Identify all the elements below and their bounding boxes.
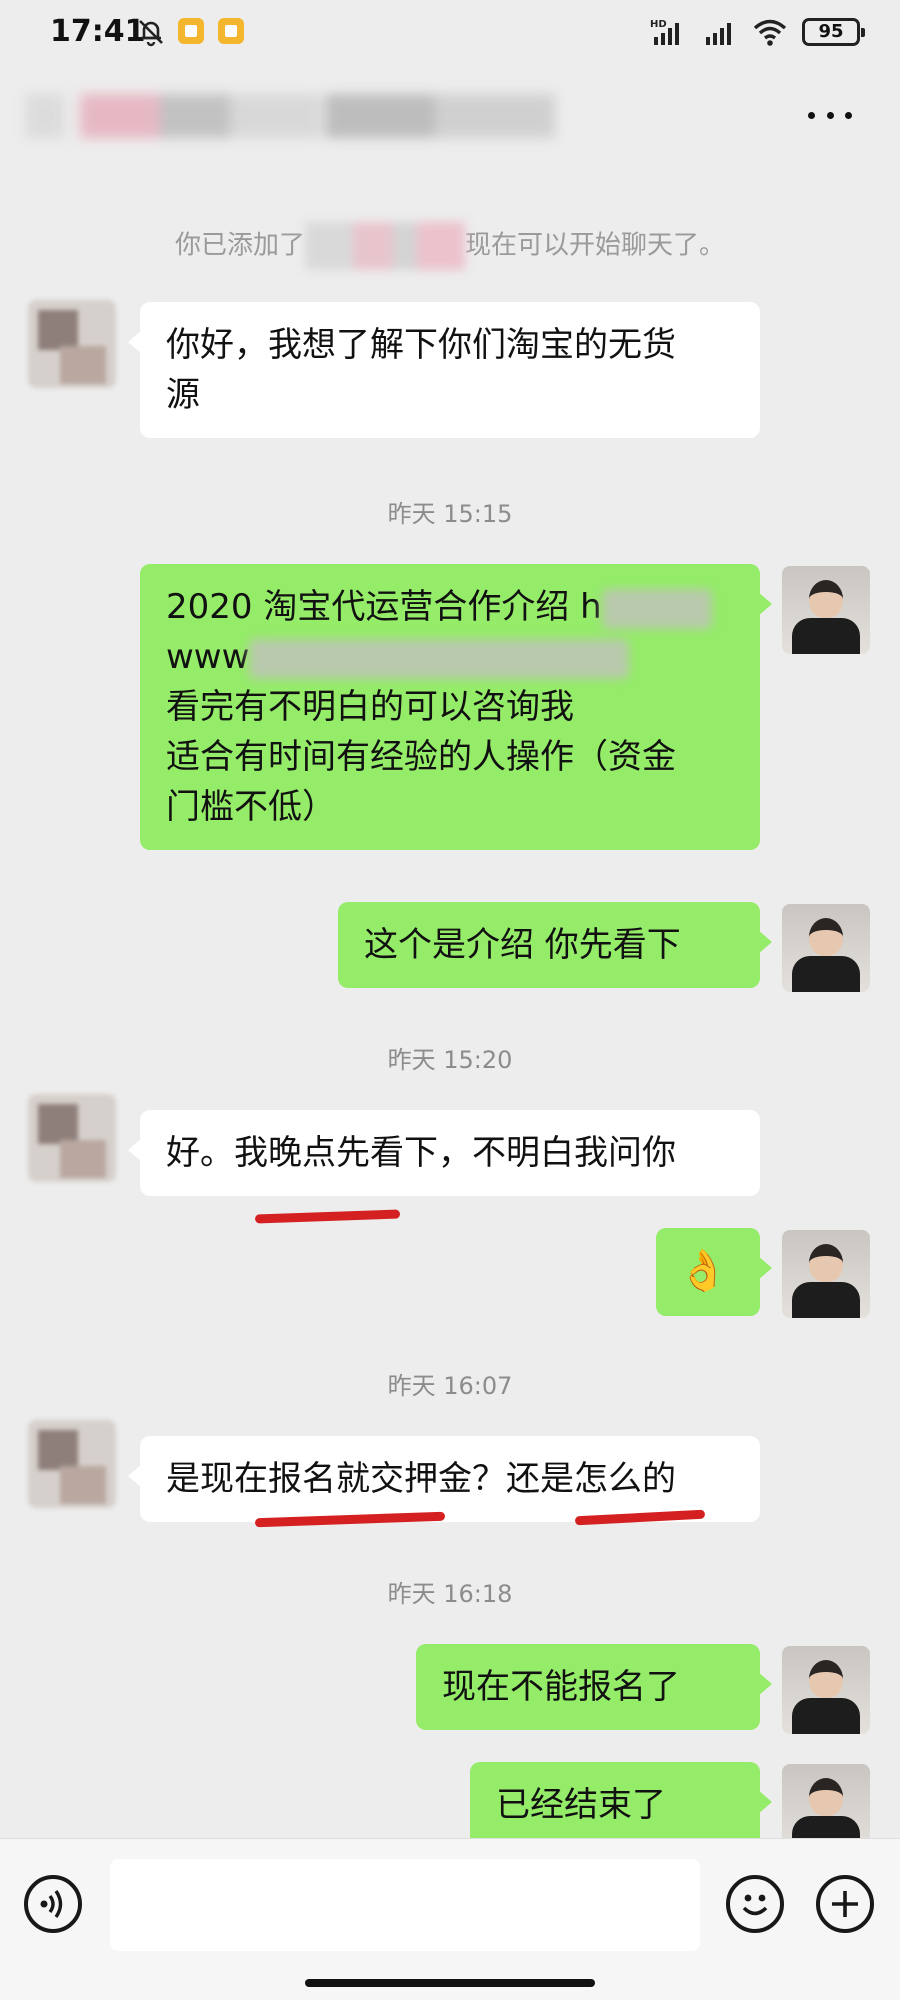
ok-hand-emoji: 👌	[678, 1248, 728, 1294]
timestamp: 昨天 16:18	[387, 1580, 513, 1608]
message-text: 看完有不明白的可以咨询我	[166, 687, 574, 727]
my-avatar[interactable]	[782, 1230, 870, 1318]
chat-header	[0, 64, 900, 164]
more-horizontal-icon	[808, 111, 815, 119]
message-text: 好。我晚点先看下，不明白我问你	[166, 1133, 676, 1173]
redacted-contact-name	[305, 222, 465, 270]
bell-off-icon	[139, 20, 163, 47]
redacted-link[interactable]	[249, 638, 630, 679]
more-functions-button[interactable]	[816, 1875, 874, 1933]
red-underline-annotation	[254, 1209, 401, 1224]
message-text: 源	[166, 375, 200, 415]
message-text: 现在不能报名了	[442, 1667, 680, 1707]
voice-icon	[40, 1890, 63, 1918]
battery-icon: 95	[802, 18, 865, 46]
contact-name-redacted	[25, 86, 560, 146]
timestamp: 昨天 16:07	[387, 1372, 513, 1400]
status-time: 17:41	[50, 14, 146, 49]
message-text: 适合有时间有经验的人操作（资金	[166, 737, 676, 777]
status-right-icons: HD 95	[650, 14, 865, 50]
timestamp: 昨天 15:15	[387, 500, 513, 528]
wifi-icon	[753, 19, 787, 46]
message-text: 这个是介绍 你先看下	[364, 925, 681, 965]
incoming-message[interactable]: 你好，我想了解下你们淘宝的无货 源	[128, 302, 760, 438]
timestamp: 昨天 15:20	[387, 1046, 513, 1074]
contact-avatar[interactable]	[28, 1094, 116, 1182]
message-text: 你好，我想了解下你们淘宝的无货	[166, 325, 676, 365]
outgoing-message[interactable]: 这个是介绍 你先看下	[338, 902, 772, 988]
more-horizontal-icon	[826, 111, 834, 119]
redacted-link[interactable]	[601, 588, 712, 629]
emoji-button[interactable]	[726, 1875, 784, 1933]
voice-input-button[interactable]	[24, 1875, 82, 1933]
incoming-message[interactable]: 好。我晚点先看下，不明白我问你	[128, 1110, 760, 1196]
message-text: 2020 淘宝代运营合作介绍 h	[166, 582, 734, 632]
incoming-message[interactable]: 是现在报名就交押金？还是怎么的	[128, 1436, 760, 1522]
plus-icon	[832, 1891, 858, 1917]
my-avatar[interactable]	[782, 566, 870, 654]
outgoing-message[interactable]: 已经结束了	[470, 1762, 772, 1848]
signal-icon: HD	[650, 19, 679, 45]
outgoing-message[interactable]: 现在不能报名了	[416, 1644, 772, 1730]
message-text: www	[166, 632, 734, 682]
message-text: 门槛不低）	[166, 787, 336, 827]
notification-app-icon	[178, 18, 204, 44]
system-notice-prefix: 你已添加了	[174, 230, 305, 261]
my-avatar[interactable]	[782, 1646, 870, 1734]
more-horizontal-icon	[845, 111, 852, 119]
home-indicator[interactable]	[305, 1979, 595, 1987]
message-text-input[interactable]	[110, 1859, 700, 1951]
notification-app-icon	[218, 18, 244, 44]
contact-avatar[interactable]	[28, 1420, 116, 1508]
message-text-line: 2020 淘宝代运营合作介绍 h	[166, 587, 602, 627]
my-avatar[interactable]	[782, 904, 870, 992]
signal-icon	[706, 23, 731, 45]
system-notice-suffix: 现在可以开始聊天了。	[465, 230, 726, 261]
message-text: 是现在报名就交押金？还是怎么的	[166, 1459, 676, 1499]
system-notice: 你已添加了 现在可以开始聊天了。	[0, 222, 900, 270]
emoji-icon	[742, 1894, 768, 1916]
message-text-line: www	[166, 637, 250, 677]
contact-avatar[interactable]	[28, 300, 116, 388]
outgoing-message[interactable]: 👌	[656, 1228, 772, 1316]
more-options-button[interactable]	[808, 108, 852, 122]
outgoing-message[interactable]: 2020 淘宝代运营合作介绍 h www 看完有不明白的可以咨询我 适合有时间有…	[140, 564, 772, 850]
battery-level: 95	[818, 21, 844, 42]
status-bar: 17:41 HD 95	[0, 0, 900, 64]
message-input-bar	[0, 1838, 900, 2000]
network-type-label: HD	[650, 19, 667, 30]
message-text: 已经结束了	[496, 1785, 666, 1825]
